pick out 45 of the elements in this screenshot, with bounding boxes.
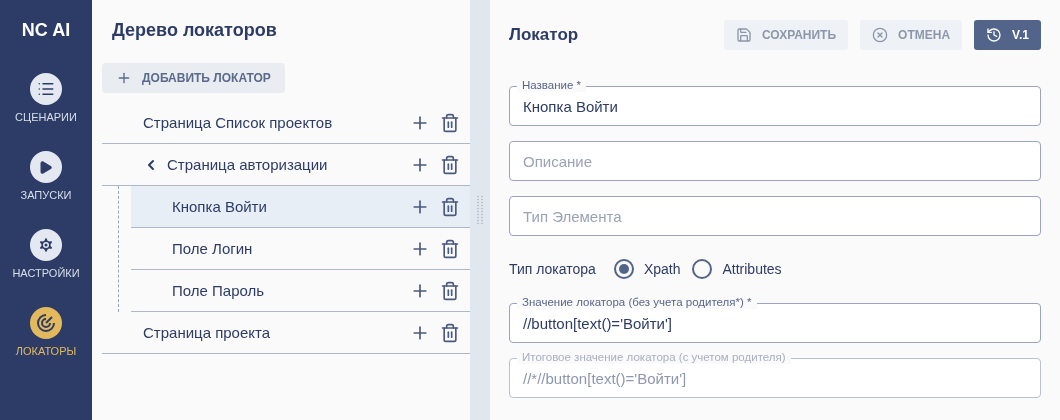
radio-label[interactable]: Attributes xyxy=(722,261,782,277)
trash-icon[interactable] xyxy=(440,196,460,217)
cancel-icon xyxy=(872,27,889,43)
save-icon xyxy=(735,27,752,43)
list-icon xyxy=(37,80,55,98)
play-icon xyxy=(38,159,54,175)
tree-item-label: Поле Логин xyxy=(172,240,254,257)
field-label: Название * xyxy=(517,78,587,92)
panel-title: Дерево локаторов xyxy=(112,20,278,41)
nav-item[interactable]: СЦЕНАРИИ xyxy=(15,73,77,123)
radio-button[interactable] xyxy=(692,259,713,279)
plus-icon xyxy=(116,70,132,86)
history-icon xyxy=(986,27,1003,43)
tree-item[interactable]: Поле Логин xyxy=(131,228,470,270)
radar-icon xyxy=(36,313,56,333)
tree-item-label: Поле Пароль xyxy=(172,282,266,299)
text-field[interactable]: Тип Элемента xyxy=(509,196,1041,236)
add-locator-button[interactable]: ДОБАВИТЬ ЛОКАТОР xyxy=(102,63,285,93)
tree-item-label: Кнопка Войти xyxy=(172,198,268,215)
form-title: Локатор xyxy=(509,25,580,45)
tree-item-label: Страница авторизации xyxy=(167,156,329,173)
nav-item[interactable]: НАСТРОЙКИ xyxy=(12,229,80,279)
nav-item[interactable]: ЗАПУСКИ xyxy=(20,151,72,201)
radio-label[interactable]: Xpath xyxy=(643,261,681,277)
tree-item-label: Страница проекта xyxy=(143,324,272,341)
version-button[interactable]: V.1 xyxy=(974,20,1041,50)
field-label: Значение локатора (без учета родителя*) * xyxy=(517,295,757,309)
tree-item-label: Страница Список проектов xyxy=(143,114,334,131)
settings-icon xyxy=(37,236,55,254)
tree-item[interactable]: Страница проекта xyxy=(102,312,470,354)
text-field[interactable]: Описание xyxy=(509,141,1041,181)
grip-icon[interactable] xyxy=(477,195,483,225)
nav-item[interactable]: ЛОКАТОРЫ xyxy=(15,307,77,357)
trash-icon[interactable] xyxy=(440,154,460,175)
field-label: Итоговое значение локатора (с учетом родителя) xyxy=(517,350,791,364)
logo: NC AI xyxy=(21,20,71,41)
trash-icon[interactable] xyxy=(440,238,460,259)
tree-item[interactable]: Страница Список проектов xyxy=(102,102,470,144)
trash-icon[interactable] xyxy=(440,280,460,301)
trash-icon[interactable] xyxy=(440,322,460,343)
tree-item[interactable]: Кнопка Войти xyxy=(131,186,470,228)
radio-button[interactable] xyxy=(613,259,634,279)
locator-type-label: Тип локатора xyxy=(509,261,596,277)
tree-item[interactable]: Поле Пароль xyxy=(131,270,470,312)
trash-icon[interactable] xyxy=(440,112,460,133)
